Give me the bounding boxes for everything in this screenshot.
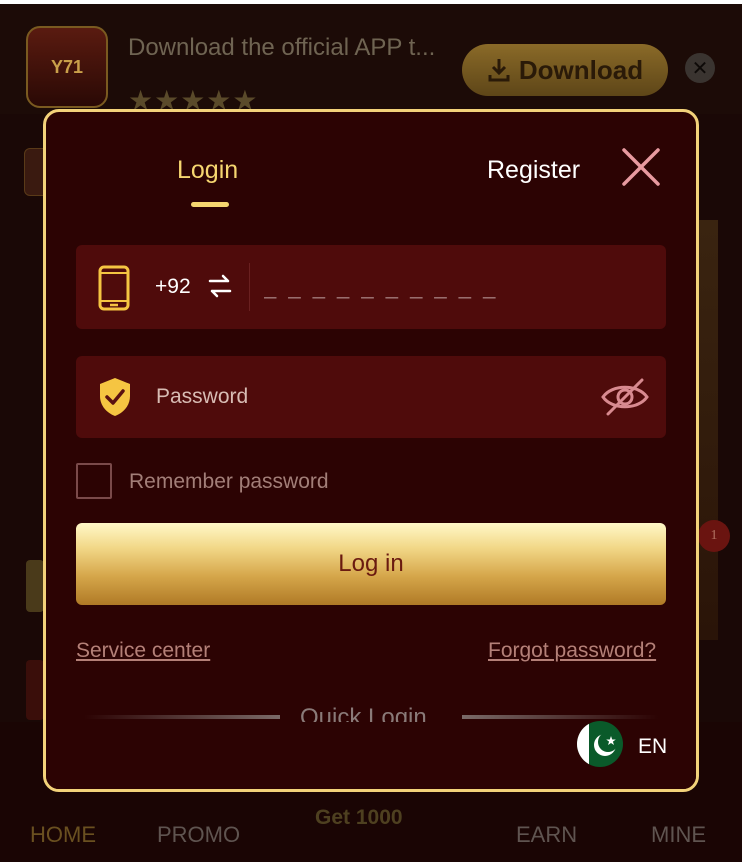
side-decoration (698, 150, 742, 210)
language-selector[interactable]: EN (638, 735, 667, 759)
notification-badge: 1 (698, 520, 730, 552)
country-code-selector[interactable]: +92 (155, 275, 191, 299)
nav-get-bonus[interactable]: Get 1000 (315, 806, 403, 830)
tab-register[interactable]: Register (487, 156, 580, 185)
phone-field: +92 (76, 245, 666, 329)
phone-input[interactable] (264, 269, 644, 305)
nav-earn[interactable]: EARN (516, 822, 577, 848)
nav-promo[interactable]: PROMO (157, 822, 240, 848)
phone-icon (98, 265, 130, 311)
remember-label: Remember password (129, 470, 329, 493)
quick-login-divider-right (462, 715, 658, 719)
login-modal: Login Register +92 Remember passwor (43, 109, 699, 792)
banner-close-button[interactable]: ✕ (685, 53, 715, 83)
eye-off-icon[interactable] (600, 376, 650, 418)
banner-text: Download the official APP t... (128, 34, 436, 61)
tab-login[interactable]: Login (177, 156, 238, 185)
download-button[interactable]: Download (462, 44, 668, 96)
login-button[interactable]: Log in (76, 523, 666, 605)
service-center-link[interactable]: Service center (76, 639, 210, 663)
side-red-item (26, 660, 44, 720)
pakistan-flag-icon[interactable] (577, 721, 623, 767)
side-game-strip (696, 220, 718, 640)
password-field (76, 356, 666, 438)
field-divider (249, 263, 250, 311)
close-icon[interactable] (620, 146, 662, 188)
app-logo: Y71 (26, 26, 108, 108)
nav-mine[interactable]: MINE (651, 822, 706, 848)
remember-checkbox[interactable] (76, 463, 112, 499)
download-label: Download (518, 54, 644, 85)
password-input[interactable] (156, 379, 576, 415)
forgot-password-link[interactable]: Forgot password? (488, 639, 656, 663)
app-download-banner: Y71 Download the official APP t... ★★★★★… (0, 4, 742, 116)
active-tab-indicator (191, 202, 229, 207)
swap-icon[interactable] (208, 274, 232, 298)
nav-home[interactable]: HOME (30, 822, 96, 848)
side-gold-item (26, 560, 44, 612)
download-icon (488, 59, 510, 82)
quick-login-divider-left (84, 715, 280, 719)
shield-icon (100, 378, 130, 416)
